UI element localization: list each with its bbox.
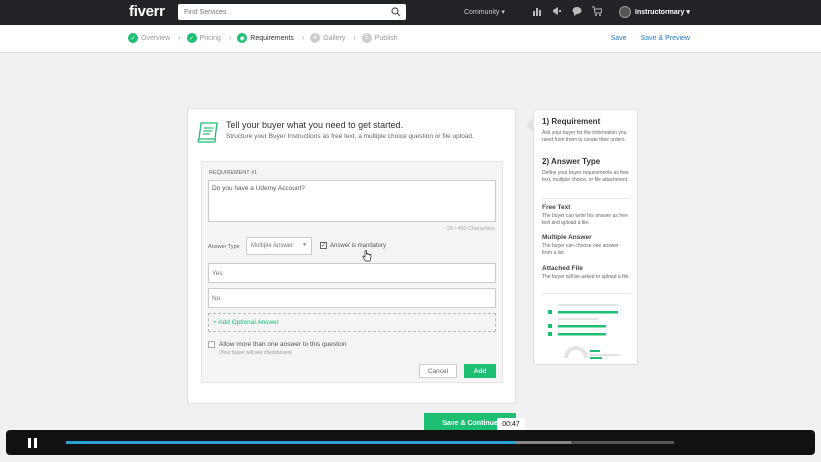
pause-icon xyxy=(27,437,31,448)
video-seek-bar[interactable] xyxy=(66,441,674,444)
mandatory-label: Answer is mandatory xyxy=(330,242,387,249)
requirements-card: Tell your buyer what you need to get sta… xyxy=(187,108,516,404)
divider xyxy=(542,293,630,294)
allow-multiple-checkbox[interactable] xyxy=(208,341,215,348)
chevron-right-icon: › xyxy=(178,34,181,42)
search-input[interactable] xyxy=(178,8,378,16)
requirement-form: REQUIREMENT #1 Do you have a Udemy Accou… xyxy=(201,161,503,383)
hand-cursor-icon xyxy=(362,250,372,262)
wizard-step-bar: ✓ Overview › ✓ Pricing › ◉ Requirements › 4… xyxy=(0,25,821,53)
chevron-right-icon: › xyxy=(301,34,305,42)
user-menu[interactable]: Instructormary ▾ xyxy=(619,6,690,18)
help-answer-type-title: 2) Answer Type xyxy=(542,157,601,166)
save-link[interactable]: Save xyxy=(611,35,627,42)
answer-input-yes[interactable]: Yes xyxy=(208,263,496,283)
step-publish[interactable]: 5 Publish xyxy=(361,33,398,43)
allow-multiple-label: Allow more than one answer to this quest… xyxy=(219,341,347,348)
step-gallery[interactable]: 4 Gallery xyxy=(310,33,345,43)
check-icon: ✓ xyxy=(128,33,138,43)
help-attached-desc: The buyer will be asked to upload a file… xyxy=(542,274,630,280)
step-pricing[interactable]: ✓ Pricing xyxy=(186,33,221,43)
search-icon[interactable] xyxy=(391,7,401,17)
check-icon: ✓ xyxy=(186,33,197,43)
search-box[interactable] xyxy=(178,4,406,20)
megaphone-icon[interactable] xyxy=(552,6,562,16)
char-counter: 28 / 450 Characters xyxy=(446,226,495,232)
help-multiple-title: Multiple Answer xyxy=(542,234,592,241)
progress-bar xyxy=(66,441,516,444)
fiverr-logo[interactable]: fiverr xyxy=(129,3,165,20)
allow-multiple-hint: (Your buyer will see checkboxes) xyxy=(219,350,292,356)
active-step-icon: ◉ xyxy=(237,33,248,43)
step-requirements[interactable]: ◉ Requirements xyxy=(237,33,294,43)
help-requirement-text: Ask your buyer for the information you n… xyxy=(542,130,627,143)
help-pointer xyxy=(526,118,533,132)
caret-down-icon: ▼ xyxy=(302,242,307,248)
divider xyxy=(542,198,630,199)
chat-icon[interactable] xyxy=(572,6,582,16)
add-optional-answer-button[interactable]: + Add Optional Answer xyxy=(208,313,496,332)
top-nav-bar: fiverr Community ▾ Instructormary ▾ xyxy=(0,0,821,25)
card-subtitle: Structure your Buyer Instructions as fre… xyxy=(226,133,474,140)
mandatory-checkbox-row[interactable]: ✓ Answer is mandatory xyxy=(320,242,386,249)
help-free-text-title: Free Text xyxy=(542,204,571,211)
stats-icon[interactable] xyxy=(532,6,542,16)
video-controls: CC xyxy=(6,430,815,455)
answer-type-label: Answer Type xyxy=(208,244,240,250)
step-overview[interactable]: ✓ Overview xyxy=(128,33,170,43)
chevron-right-icon: › xyxy=(353,34,356,42)
cancel-button[interactable]: Cancel xyxy=(419,364,457,378)
help-answer-type-text: Define your buyer requirements as free t… xyxy=(542,170,629,183)
help-requirement-title: 1) Requirement xyxy=(542,117,601,126)
username-label[interactable]: Instructormary ▾ xyxy=(635,8,690,16)
mandatory-checkbox[interactable]: ✓ xyxy=(320,242,327,249)
answer-input-no[interactable]: No xyxy=(208,288,496,308)
add-button[interactable]: Add xyxy=(464,364,496,378)
pause-button[interactable] xyxy=(12,433,52,452)
help-multiple-desc: The buyer can choose one answer from a l… xyxy=(542,243,619,256)
avatar[interactable] xyxy=(619,6,631,18)
help-free-text-desc: The buyer can write his answer as free t… xyxy=(542,213,628,226)
allow-multiple-row[interactable]: Allow more than one answer to this quest… xyxy=(208,341,347,348)
answer-type-select[interactable]: Multiple Answer ▼ xyxy=(246,237,312,255)
document-icon xyxy=(197,122,218,143)
cart-icon[interactable] xyxy=(592,6,602,16)
save-preview-link[interactable]: Save & Preview xyxy=(641,35,690,42)
help-panel: 1) Requirement Ask your buyer for the in… xyxy=(533,109,638,365)
chevron-right-icon: › xyxy=(228,34,232,42)
answer-type-value: Multiple Answer xyxy=(251,243,294,249)
pause-icon xyxy=(33,437,37,448)
community-menu[interactable]: Community ▾ xyxy=(464,8,505,16)
card-title: Tell your buyer what you need to get sta… xyxy=(226,120,404,130)
help-attached-title: Attached File xyxy=(542,265,583,272)
step-number: 5 xyxy=(361,33,372,43)
step-number: 4 xyxy=(310,33,321,43)
form-illustration xyxy=(548,304,620,359)
question-textarea[interactable]: Do you have a Udemy Account? xyxy=(208,180,496,222)
requirement-label: REQUIREMENT #1 xyxy=(209,170,258,176)
